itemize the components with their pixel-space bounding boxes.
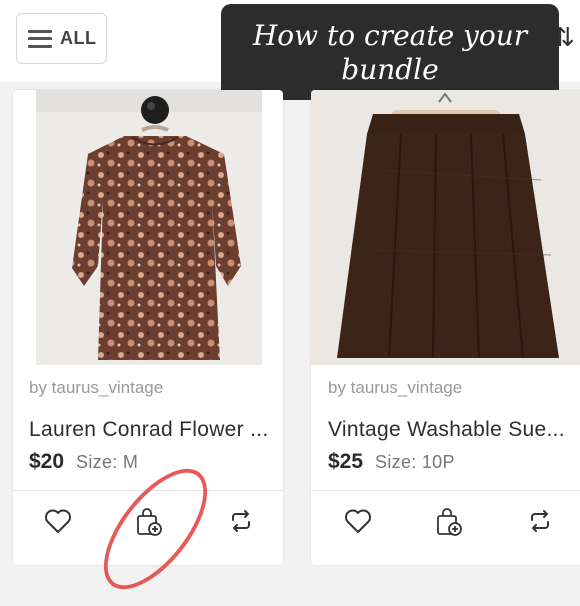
all-filter-label: ALL: [60, 28, 97, 48]
banner-line-2: bundle: [341, 53, 439, 86]
listing-price: $20: [29, 450, 65, 473]
listing-title[interactable]: Vintage Washable Sue...: [328, 418, 565, 442]
tutorial-banner: How to create your bundle: [221, 4, 559, 100]
divider: [311, 490, 580, 491]
all-filter-button[interactable]: ALL: [16, 13, 107, 64]
heart-icon[interactable]: [343, 506, 373, 536]
listing-card[interactable]: by taurus_vintage Vintage Washable Sue..…: [311, 90, 580, 565]
bundle-bag-add-icon[interactable]: [433, 506, 465, 538]
skirt-photo-image: [311, 90, 580, 365]
listing-photo[interactable]: [36, 90, 262, 365]
seller-name[interactable]: by taurus_vintage: [29, 378, 163, 398]
share-repost-icon[interactable]: [226, 506, 256, 536]
seller-name[interactable]: by taurus_vintage: [328, 378, 462, 398]
listing-title[interactable]: Lauren Conrad Flower ...: [29, 418, 268, 442]
listing-card[interactable]: by taurus_vintage Lauren Conrad Flower .…: [13, 90, 283, 565]
price-row: $20 Size: M: [29, 450, 138, 474]
banner-line-1: How to create your: [252, 19, 528, 52]
listing-size: Size: M: [76, 452, 139, 472]
listing-size: Size: 10P: [375, 452, 455, 472]
share-repost-icon[interactable]: [525, 506, 555, 536]
bundle-bag-add-icon[interactable]: [133, 506, 165, 538]
divider: [13, 490, 283, 491]
price-row: $25 Size: 10P: [328, 450, 455, 474]
heart-icon[interactable]: [43, 506, 73, 536]
blouse-photo-image: [36, 90, 262, 365]
hamburger-menu-icon: [28, 29, 52, 48]
listing-price: $25: [328, 450, 364, 473]
listing-photo[interactable]: [311, 90, 580, 365]
